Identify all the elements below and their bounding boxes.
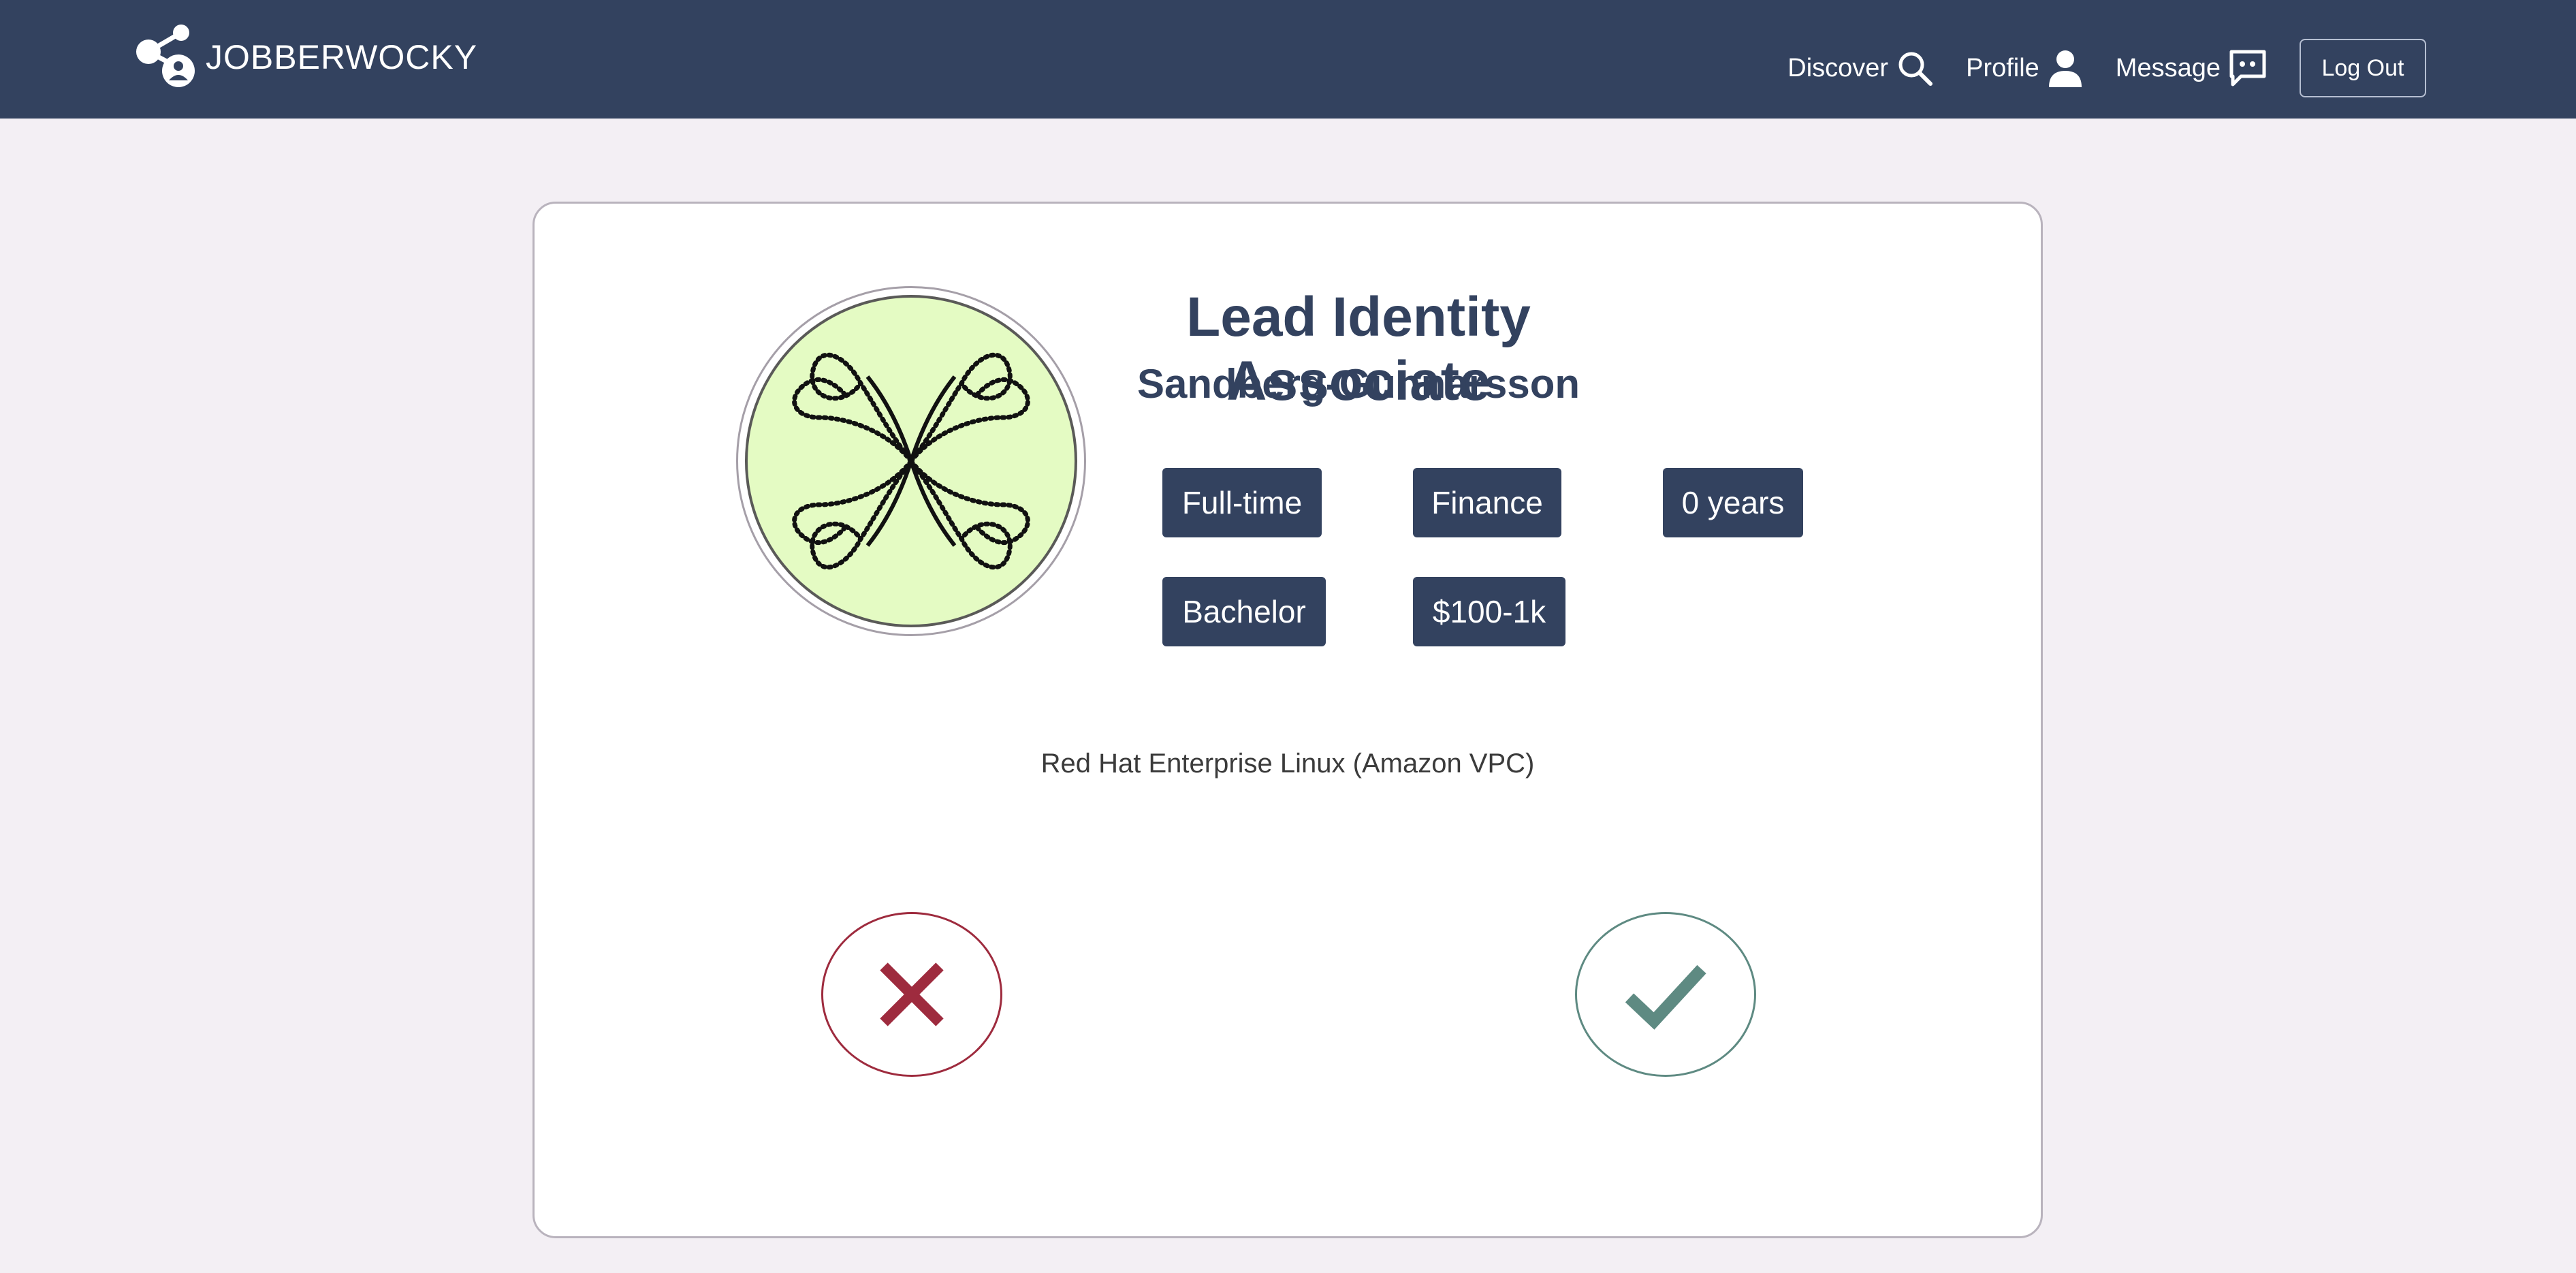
nav-discover[interactable]: Discover <box>1787 50 1933 87</box>
nav-message[interactable]: Message <box>2116 49 2267 87</box>
accept-button[interactable] <box>1575 912 1756 1077</box>
tag-education: Bachelor <box>1162 577 1326 646</box>
search-icon <box>1896 50 1933 87</box>
company-avatar <box>736 286 1086 636</box>
nav-profile[interactable]: Profile <box>1966 49 2083 87</box>
tag-salary: $100-1k <box>1413 577 1565 646</box>
close-icon <box>880 962 944 1026</box>
logout-button[interactable]: Log Out <box>2300 39 2426 97</box>
brand[interactable]: JOBBERWOCKY <box>133 23 477 91</box>
chat-icon <box>2229 49 2267 87</box>
company-name: Sandberg-Gunnarsson <box>1136 361 1580 407</box>
tag-industry: Finance <box>1413 468 1561 537</box>
job-description: Red Hat Enterprise Linux (Amazon VPC) <box>1040 749 1535 779</box>
nav-links: Discover Profile Message Log Out <box>1787 39 2426 97</box>
tag-experience: 0 years <box>1663 468 1803 537</box>
nav-profile-label: Profile <box>1966 53 2039 82</box>
checkmark-icon <box>1625 964 1706 1030</box>
top-navbar: JOBBERWOCKY Discover Profile Message Log… <box>0 0 2576 119</box>
job-card: Lead Identity Associate Sandberg-Gunnars… <box>532 202 2043 1238</box>
jobberwocky-logo-icon <box>136 25 195 87</box>
reject-button[interactable] <box>821 912 1002 1077</box>
company-logo-icon <box>748 298 1075 625</box>
nav-message-label: Message <box>2115 53 2221 82</box>
tag-employment-type: Full-time <box>1162 468 1322 537</box>
nav-discover-label: Discover <box>1787 53 1889 82</box>
user-icon <box>2048 49 2083 87</box>
brand-name: JOBBERWOCKY <box>206 38 478 76</box>
